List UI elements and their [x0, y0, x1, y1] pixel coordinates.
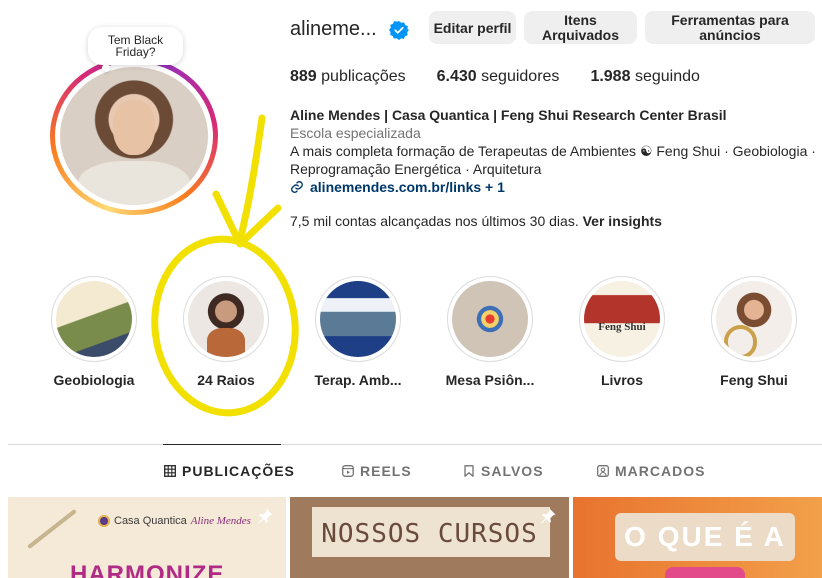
bio-link-text: alinemendes.com.br/links + 1	[310, 179, 505, 195]
followers-label: seguidores	[481, 68, 560, 85]
pin-icon	[541, 508, 556, 524]
leaf-decoration	[27, 508, 77, 550]
insights-text: 7,5 mil contas alcançadas nos últimos 30…	[290, 213, 579, 229]
highlight-label: Terap. Amb...	[314, 372, 402, 388]
brand-name: Casa Quantica	[114, 515, 187, 527]
reels-icon	[342, 465, 354, 477]
highlight-24-raios[interactable]: 24 Raios	[176, 276, 276, 388]
bio-category: Escola especializada	[290, 125, 421, 141]
annotation-arrow	[236, 114, 266, 244]
tab-marcados[interactable]: MARCADOS	[597, 463, 705, 479]
profile-stats: 889 publicações 6.430 seguidores 1.988 s…	[290, 68, 731, 86]
tab-publicacoes[interactable]: PUBLICAÇÕES	[164, 463, 295, 479]
following-label: seguindo	[634, 68, 700, 85]
highlight-geobiologia[interactable]: Geobiologia	[44, 276, 144, 388]
annotation-arrowhead	[212, 190, 282, 248]
profile-note[interactable]: Tem Black Friday?	[88, 27, 183, 72]
highlight-terap-amb[interactable]: Terap. Amb...	[308, 276, 408, 388]
pin-icon	[258, 508, 273, 524]
bio-line-1: A mais completa formação de Terapeutas d…	[290, 143, 816, 159]
profile-bio: Aline Mendes | Casa Quantica | Feng Shui…	[290, 106, 820, 196]
highlight-cover	[452, 281, 528, 357]
highlight-label: Mesa Psiôn...	[445, 372, 535, 388]
grid-icon	[164, 465, 176, 477]
highlight-cover	[584, 281, 660, 357]
insights-line: 7,5 mil contas alcançadas nos últimos 30…	[290, 213, 662, 229]
tab-reels[interactable]: REELS	[342, 463, 412, 479]
followers-count: 6.430	[436, 68, 477, 85]
ad-tools-button[interactable]: Ferramentas para anúncios	[645, 11, 815, 44]
highlight-label: 24 Raios	[197, 372, 255, 388]
brand-logo-icon	[98, 515, 110, 527]
highlight-cover	[716, 281, 792, 357]
bookmark-icon	[464, 465, 474, 477]
username: alineme...	[290, 18, 377, 40]
avatar-photo	[60, 67, 208, 205]
highlight-cover	[188, 281, 264, 357]
post-tile[interactable]: Casa Quantica Aline Mendes HARMONIZE	[8, 497, 286, 578]
highlight-label: Geobiologia	[53, 372, 135, 388]
highlight-feng-shui[interactable]: Feng Shui	[704, 276, 804, 388]
highlight-cover	[320, 281, 396, 357]
following-count: 1.988	[590, 68, 631, 85]
bio-line-2: Reprogramação Energética · Arquitetura	[290, 161, 542, 177]
post-headline: O QUE É A	[624, 521, 786, 552]
edit-profile-button[interactable]: Editar perfil	[429, 11, 516, 44]
highlight-label: Livros	[600, 372, 643, 388]
tab-salvos[interactable]: SALVOS	[463, 463, 544, 479]
bio-name: Aline Mendes | Casa Quantica | Feng Shui…	[290, 107, 727, 123]
post-brand: Casa Quantica Aline Mendes	[98, 515, 251, 527]
followers-stat[interactable]: 6.430 seguidores	[437, 68, 560, 86]
brand-script: Aline Mendes	[190, 515, 251, 527]
view-insights-link[interactable]: Ver insights	[583, 213, 662, 229]
tab-label: PUBLICAÇÕES	[182, 463, 295, 479]
verified-badge-icon	[389, 21, 409, 40]
post-tile[interactable]: NOSSOS CURSOS	[290, 497, 569, 578]
post-headline: NOSSOS CURSOS	[321, 519, 538, 549]
active-tab-indicator	[163, 444, 281, 445]
link-icon	[291, 181, 303, 193]
tabs-divider	[8, 444, 822, 445]
highlight-livros[interactable]: Livros	[572, 276, 672, 388]
highlight-mesa-psion[interactable]: Mesa Psiôn...	[440, 276, 540, 388]
archived-items-button[interactable]: Itens Arquivados	[524, 11, 637, 44]
bio-link[interactable]: alinemendes.com.br/links + 1	[290, 178, 820, 196]
highlight-cover	[56, 281, 132, 357]
profile-avatar[interactable]	[50, 57, 218, 215]
tab-label: MARCADOS	[615, 463, 706, 479]
highlight-label: Feng Shui	[720, 372, 788, 388]
posts-label: publicações	[321, 68, 406, 85]
tab-label: SALVOS	[481, 463, 544, 479]
following-stat[interactable]: 1.988 seguindo	[590, 68, 699, 86]
posts-stat: 889 publicações	[290, 68, 406, 86]
pink-decoration	[665, 567, 745, 578]
tagged-icon	[597, 465, 609, 477]
post-tile[interactable]: O QUE É A	[573, 497, 822, 578]
post-headline: HARMONIZE	[70, 561, 225, 578]
tab-label: REELS	[360, 463, 412, 479]
posts-count: 889	[290, 68, 317, 85]
